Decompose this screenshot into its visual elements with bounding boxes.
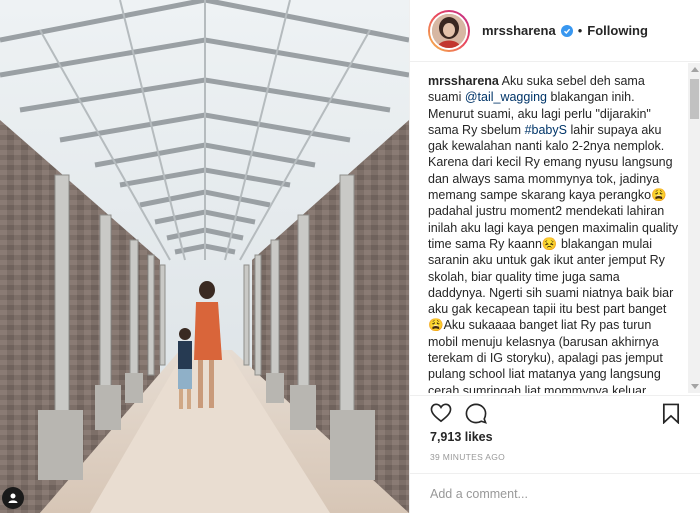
post-header: mrssharena • Following	[410, 0, 700, 62]
hashtag-link[interactable]: #babyS	[525, 123, 567, 137]
caption-username[interactable]: mrssharena	[428, 74, 499, 88]
heart-icon[interactable]	[430, 403, 452, 428]
bookmark-icon[interactable]	[662, 403, 680, 429]
caption-text: lahir supaya aku gak kewalahan nanti kal…	[428, 122, 679, 393]
corridor-photo	[0, 0, 409, 513]
scroll-down-arrow[interactable]	[691, 384, 699, 389]
mention-link[interactable]: @tail_wagging	[465, 90, 547, 104]
post-photo[interactable]	[0, 0, 409, 513]
comment-area	[410, 473, 700, 513]
following-button[interactable]: Following	[587, 23, 648, 38]
scroll-up-arrow[interactable]	[691, 67, 699, 72]
comment-input[interactable]	[430, 486, 630, 501]
caption: mrssharena Aku suka sebel deh sama suami…	[410, 63, 700, 393]
action-bar	[410, 395, 700, 425]
comment-bubble-icon[interactable]	[465, 403, 487, 429]
post-side-panel: mrssharena • Following mrssharena Aku su…	[409, 0, 700, 513]
tagged-users-button[interactable]	[2, 487, 24, 509]
person-icon	[7, 492, 19, 504]
separator-dot: •	[577, 23, 583, 38]
avatar[interactable]	[428, 9, 470, 52]
username-link[interactable]: mrssharena	[482, 23, 556, 38]
caption-scrollbar[interactable]	[688, 63, 700, 393]
post-timestamp: 39 MINUTES AGO	[430, 452, 506, 462]
scroll-thumb[interactable]	[690, 79, 699, 119]
likes-count[interactable]: 7,913 likes	[430, 430, 493, 444]
verified-badge-icon	[560, 24, 573, 37]
profile-picture	[432, 13, 466, 48]
caption-scroll-area[interactable]: mrssharena Aku suka sebel deh sama suami…	[410, 63, 700, 393]
